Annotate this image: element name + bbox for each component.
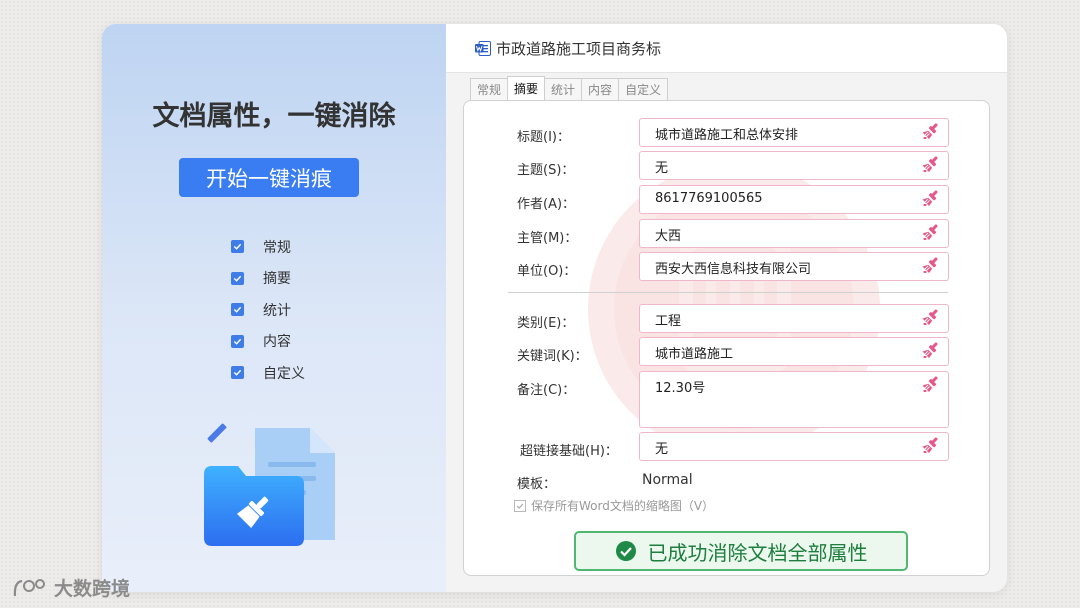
broom-icon[interactable] — [921, 189, 941, 209]
checkbox[interactable] — [231, 303, 244, 317]
brand-logo-icon — [13, 578, 45, 596]
properties-dialog: 市政道路施工项目商务标 常规 摘要 统计 内容 自定义 标题(I)： 城市道路施… — [446, 24, 1007, 592]
tab-general[interactable]: 常规 — [470, 78, 509, 100]
folder-icon — [204, 423, 335, 546]
company-field[interactable]: 西安大西信息科技有限公司 — [639, 252, 949, 281]
option-label: 统计 — [263, 302, 291, 319]
broom-icon[interactable] — [921, 122, 941, 142]
field-value: 西安大西信息科技有限公司 — [655, 262, 812, 277]
field-value: 大西 — [655, 229, 682, 244]
tab-statistics[interactable]: 统计 — [544, 78, 583, 100]
option-label: 摘要 — [263, 271, 291, 288]
field-value: 城市道路施工 — [655, 347, 734, 362]
field-label: 标题(I)： — [517, 130, 570, 145]
document-title: 市政道路施工项目商务标 — [496, 40, 662, 58]
field-label: 超链接基础(H)： — [520, 444, 618, 459]
field-label: 类别(E)： — [517, 316, 575, 331]
tab-contents[interactable]: 内容 — [581, 78, 620, 100]
title-field[interactable]: 城市道路施工和总体安排 — [639, 118, 949, 147]
option-item[interactable]: 统计 — [231, 294, 305, 326]
comments-field[interactable]: 12.30号 — [639, 371, 949, 428]
template-value: Normal — [642, 472, 693, 488]
field-value: 城市道路施工和总体安排 — [655, 128, 799, 143]
field-value: 8617769100565 — [655, 191, 763, 206]
brand-name: 大数跨境 — [54, 578, 131, 600]
pen-icon — [207, 423, 227, 443]
option-label: 自定义 — [263, 365, 305, 382]
success-message: 已成功消除文档全部属性 — [647, 540, 868, 565]
field-value: 无 — [655, 442, 669, 457]
option-item[interactable]: 自定义 — [231, 357, 305, 389]
summary-pane: 标题(I)： 城市道路施工和总体安排 主题(S)： 无 作者(A)： 86177… — [463, 100, 990, 576]
checkbox[interactable] — [231, 366, 244, 380]
dialog-title-bar: 市政道路施工项目商务标 — [446, 24, 1007, 73]
field-label: 作者(A)： — [517, 197, 576, 212]
checkbox[interactable] — [231, 240, 244, 254]
section-divider — [508, 292, 948, 293]
option-label: 常规 — [263, 239, 291, 256]
broom-icon[interactable] — [921, 308, 941, 328]
keywords-field[interactable]: 城市道路施工 — [639, 337, 949, 366]
checkmark-icon — [615, 541, 636, 561]
broom-icon[interactable] — [921, 155, 941, 175]
app-window: 文档属性，一键消除 开始一键消痕 常规 摘要 统计 内容 自定义 市政道路施工项… — [102, 24, 1007, 592]
tab-summary[interactable]: 摘要 — [507, 76, 546, 100]
field-label: 单位(O)： — [517, 264, 577, 279]
field-value: 工程 — [655, 314, 682, 329]
broom-icon[interactable] — [921, 375, 941, 395]
field-label: 关键词(K)： — [517, 349, 588, 364]
tab-custom[interactable]: 自定义 — [618, 78, 669, 100]
option-item[interactable]: 内容 — [231, 326, 305, 358]
word-icon — [475, 41, 491, 56]
hyperlink-base-field[interactable]: 无 — [639, 432, 949, 461]
brand-watermark: 大数跨境 — [12, 574, 130, 601]
success-banner: 已成功消除文档全部属性 — [574, 531, 908, 571]
checkbox[interactable] — [231, 271, 244, 285]
template-label: 模板： — [517, 477, 557, 492]
start-clean-button[interactable]: 开始一键消痕 — [179, 158, 359, 197]
field-label: 主题(S)： — [517, 163, 575, 178]
field-label: 主管(M)： — [517, 231, 578, 246]
save-thumbnail-checkbox[interactable] — [514, 499, 526, 512]
broom-icon[interactable] — [921, 436, 941, 456]
subject-field[interactable]: 无 — [639, 151, 949, 180]
field-label: 备注(C)： — [517, 383, 576, 398]
broom-icon[interactable] — [921, 341, 941, 361]
option-item[interactable]: 摘要 — [231, 263, 305, 295]
field-value: 无 — [655, 161, 669, 176]
save-thumbnail-label: 保存所有Word文档的缩略图（V） — [531, 499, 715, 513]
option-list: 常规 摘要 统计 内容 自定义 — [231, 231, 305, 389]
headline: 文档属性，一键消除 — [152, 101, 396, 132]
broom-icon[interactable] — [921, 256, 941, 276]
checkbox[interactable] — [231, 334, 244, 348]
broom-icon[interactable] — [921, 223, 941, 243]
option-label: 内容 — [263, 334, 291, 351]
save-thumbnail-option[interactable]: 保存所有Word文档的缩略图（V） — [514, 497, 714, 514]
field-value: 12.30号 — [655, 381, 706, 396]
author-field[interactable]: 8617769100565 — [639, 185, 949, 214]
option-item[interactable]: 常规 — [231, 231, 305, 263]
category-field[interactable]: 工程 — [639, 304, 949, 333]
manager-field[interactable]: 大西 — [639, 219, 949, 248]
tab-bar: 常规 摘要 统计 内容 自定义 — [470, 76, 669, 100]
promo-panel: 文档属性，一键消除 开始一键消痕 常规 摘要 统计 内容 自定义 — [102, 24, 446, 592]
